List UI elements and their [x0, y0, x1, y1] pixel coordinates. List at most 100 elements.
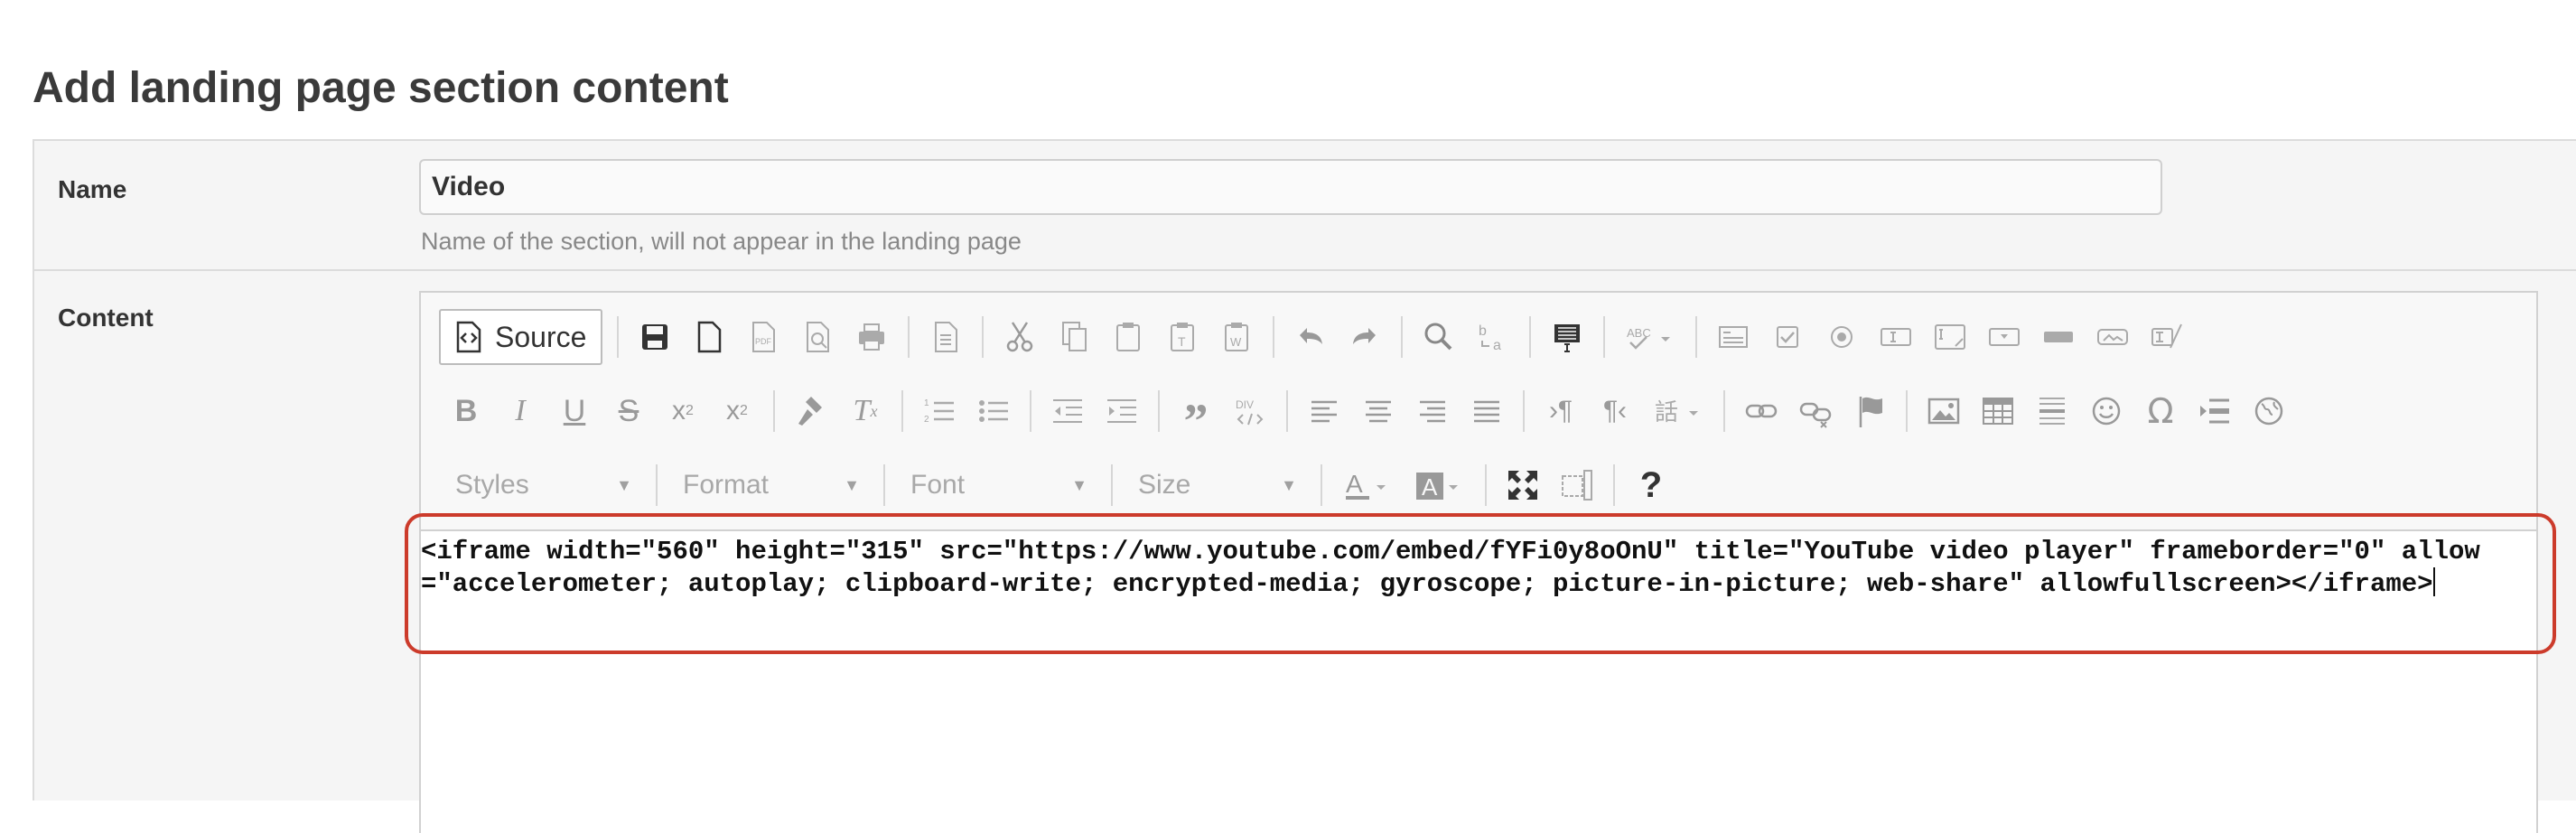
source-button[interactable]: Source	[439, 309, 603, 365]
svg-text:DIV: DIV	[1236, 398, 1254, 411]
redo-icon[interactable]	[1338, 309, 1392, 365]
undo-icon[interactable]	[1283, 309, 1338, 365]
toolbar-separator	[1158, 390, 1160, 432]
find-icon[interactable]	[1412, 309, 1466, 365]
indent-icon[interactable]	[1095, 383, 1149, 439]
radio-icon[interactable]	[1815, 309, 1869, 365]
select-all-icon[interactable]	[1540, 309, 1594, 365]
spellcheck-icon[interactable]: ABC	[1614, 309, 1686, 365]
anchor-icon[interactable]	[1843, 383, 1897, 439]
editor-source-text[interactable]: <iframe width="560" height="315" src="ht…	[421, 537, 2516, 600]
ltr-icon[interactable]: ›¶	[1534, 383, 1588, 439]
replace-icon[interactable]: ba	[1466, 309, 1520, 365]
toolbar-separator	[1523, 390, 1525, 432]
toolbar-separator	[1603, 316, 1606, 358]
chevron-down-icon: ▼	[616, 475, 632, 494]
numbered-list-icon[interactable]: 12	[912, 383, 966, 439]
outdent-icon[interactable]	[1041, 383, 1095, 439]
image-icon[interactable]	[1917, 383, 1971, 439]
button-icon[interactable]	[2031, 309, 2086, 365]
help-icon[interactable]: ?	[1624, 457, 1678, 513]
svg-text:A: A	[1346, 470, 1363, 498]
maximize-icon[interactable]	[1496, 457, 1550, 513]
toolbar-separator	[1030, 390, 1031, 432]
toolbar-separator	[1695, 316, 1698, 358]
underline-icon[interactable]: U	[547, 383, 602, 439]
toolbar-separator	[982, 316, 985, 358]
smiley-icon[interactable]	[2079, 383, 2133, 439]
textarea-icon[interactable]	[1923, 309, 1977, 365]
copy-icon[interactable]	[1047, 309, 1101, 365]
rtl-icon[interactable]: ¶‹	[1588, 383, 1642, 439]
remove-format-icon[interactable]: Tx	[838, 383, 892, 439]
svg-text:a: a	[1493, 338, 1501, 353]
chevron-down-icon: ▼	[844, 475, 860, 494]
cut-icon[interactable]	[993, 309, 1047, 365]
font-combo[interactable]: Font ▼	[894, 457, 1102, 513]
toolbar-separator	[617, 316, 620, 358]
content-label: Content	[58, 304, 154, 332]
toolbar-row-2: B I U S x2 x2 Tx 12 ” DIV ›¶ ¶‹ 話 Ω	[439, 379, 2296, 445]
font-combo-label: Font	[910, 470, 966, 500]
bold-icon[interactable]: B	[439, 383, 493, 439]
copy-format-icon[interactable]	[784, 383, 838, 439]
export-pdf-icon[interactable]: PDF	[736, 309, 790, 365]
form-icon[interactable]	[1706, 309, 1760, 365]
text-caret	[2432, 567, 2435, 596]
bulleted-list-icon[interactable]	[966, 383, 1021, 439]
editor-content-area[interactable]: <iframe width="560" height="315" src="ht…	[421, 529, 2536, 833]
print-icon[interactable]	[845, 309, 899, 365]
bg-color-icon[interactable]: A	[1404, 457, 1476, 513]
svg-text:T: T	[1178, 334, 1186, 349]
toolbar-separator	[1906, 390, 1908, 432]
format-combo[interactable]: Format ▼	[667, 457, 874, 513]
align-right-icon[interactable]	[1405, 383, 1460, 439]
align-left-icon[interactable]	[1297, 383, 1351, 439]
show-blocks-icon[interactable]	[1550, 457, 1604, 513]
save-icon[interactable]	[628, 309, 682, 365]
iframe-icon[interactable]	[2242, 383, 2296, 439]
svg-text:話: 話	[1655, 399, 1678, 426]
subscript-icon[interactable]: x2	[656, 383, 710, 439]
align-center-icon[interactable]	[1351, 383, 1405, 439]
table-icon[interactable]	[1971, 383, 2025, 439]
link-icon[interactable]	[1734, 383, 1788, 439]
toolbar-separator	[1401, 316, 1404, 358]
text-color-icon[interactable]: A	[1331, 457, 1404, 513]
chevron-down-icon: ▼	[1281, 475, 1297, 494]
toolbar-separator	[1723, 390, 1725, 432]
checkbox-icon[interactable]	[1760, 309, 1815, 365]
hidden-field-icon[interactable]	[2140, 309, 2194, 365]
toolbar-separator	[1613, 464, 1615, 506]
toolbar-separator	[908, 316, 910, 358]
paste-text-icon[interactable]: T	[1155, 309, 1209, 365]
name-input[interactable]	[419, 159, 2162, 215]
new-page-icon[interactable]	[682, 309, 736, 365]
svg-text:A: A	[1422, 473, 1438, 501]
toolbar-separator	[1529, 316, 1532, 358]
justify-icon[interactable]	[1460, 383, 1514, 439]
toolbar-separator	[901, 390, 903, 432]
preview-icon[interactable]	[790, 309, 845, 365]
text-field-icon[interactable]	[1869, 309, 1923, 365]
blockquote-icon[interactable]: ”	[1169, 383, 1223, 445]
image-button-icon[interactable]	[2086, 309, 2140, 365]
select-field-icon[interactable]	[1977, 309, 2031, 365]
language-icon[interactable]: 話	[1642, 383, 1714, 439]
div-icon[interactable]: DIV	[1223, 383, 1277, 439]
toolbar-separator	[656, 464, 658, 506]
paste-icon[interactable]	[1101, 309, 1155, 365]
toolbar-row-1: Source PDF T W b a ABC	[439, 305, 2194, 369]
special-char-icon[interactable]: Ω	[2133, 383, 2188, 439]
italic-icon[interactable]: I	[493, 383, 547, 439]
unlink-icon[interactable]	[1788, 383, 1843, 439]
content-row: Content Source PDF T W b a ABC B I U S x…	[34, 269, 2576, 833]
page-break-icon[interactable]	[2188, 383, 2242, 439]
size-combo[interactable]: Size ▼	[1122, 457, 1311, 513]
templates-icon[interactable]	[919, 309, 973, 365]
horizontal-rule-icon[interactable]	[2025, 383, 2079, 439]
strike-icon[interactable]: S	[602, 383, 656, 439]
styles-combo[interactable]: Styles ▼	[439, 457, 647, 513]
superscript-icon[interactable]: x2	[710, 383, 764, 439]
paste-word-icon[interactable]: W	[1209, 309, 1264, 365]
